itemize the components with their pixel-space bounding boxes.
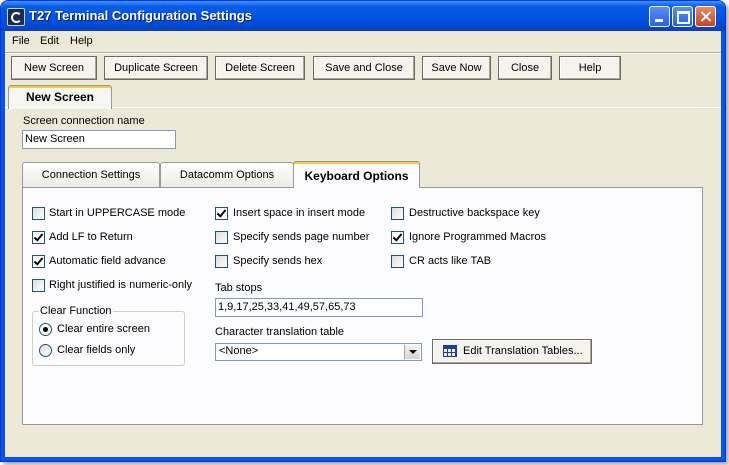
- edit-translation-tables-button[interactable]: Edit Translation Tables...: [432, 339, 592, 364]
- tab-connection-settings[interactable]: Connection Settings: [22, 162, 160, 187]
- translation-table-value: <None>: [219, 345, 259, 357]
- right-justified-label: Right justified is numeric-only: [49, 279, 193, 291]
- new-screen-button[interactable]: New Screen: [11, 56, 97, 80]
- translation-table-select[interactable]: <None>: [215, 343, 422, 361]
- menu-separator: [5, 52, 721, 54]
- specify-page-number-label: Specify sends page number: [233, 231, 370, 243]
- window-bottom-border: [1, 457, 725, 461]
- window-title: T27 Terminal Configuration Settings: [29, 8, 252, 23]
- tab-datacomm-options[interactable]: Datacomm Options: [160, 162, 294, 187]
- menu-bar: File Edit Help: [5, 32, 721, 52]
- clear-function-group: [32, 311, 185, 366]
- start-uppercase-checkbox[interactable]: [32, 207, 45, 220]
- clear-entire-screen-label: Clear entire screen: [57, 323, 150, 335]
- app-icon[interactable]: [7, 8, 25, 26]
- table-grid-icon: [443, 345, 457, 357]
- cr-acts-like-tab-label: CR acts like TAB: [409, 255, 492, 267]
- tab-stops-input[interactable]: 1,9,17,25,33,41,49,57,65,73: [215, 298, 423, 317]
- specify-hex-label: Specify sends hex: [233, 255, 323, 267]
- clear-fields-only-radio[interactable]: [39, 344, 52, 357]
- auto-field-advance-checkbox[interactable]: [32, 255, 45, 268]
- edit-translation-tables-label: Edit Translation Tables...: [463, 345, 583, 357]
- destructive-backspace-label: Destructive backspace key: [409, 207, 540, 219]
- menu-help[interactable]: Help: [70, 35, 93, 47]
- tab-keyboard-options[interactable]: Keyboard Options: [293, 161, 420, 188]
- specify-hex-checkbox[interactable]: [215, 255, 228, 268]
- maximize-button[interactable]: [672, 6, 693, 27]
- save-now-button[interactable]: Save Now: [422, 56, 491, 80]
- translation-table-label: Character translation table: [215, 326, 345, 338]
- destructive-backspace-checkbox[interactable]: [391, 207, 404, 220]
- ignore-macros-label: Ignore Programmed Macros: [409, 231, 546, 243]
- clear-entire-screen-radio[interactable]: [39, 323, 52, 336]
- auto-field-advance-label: Automatic field advance: [49, 255, 166, 267]
- connection-name-label: Screen connection name: [23, 115, 145, 127]
- add-lf-label: Add LF to Return: [49, 231, 133, 243]
- delete-screen-button[interactable]: Delete Screen: [215, 56, 305, 80]
- menu-edit[interactable]: Edit: [40, 35, 59, 47]
- duplicate-screen-button[interactable]: Duplicate Screen: [104, 56, 208, 80]
- close-window-button[interactable]: [695, 6, 716, 27]
- specify-page-number-checkbox[interactable]: [215, 231, 228, 244]
- ignore-macros-checkbox[interactable]: [391, 231, 404, 244]
- right-justified-checkbox[interactable]: [32, 279, 45, 292]
- menu-file[interactable]: File: [12, 35, 30, 47]
- main-window: T27 Terminal Configuration Settings File…: [0, 0, 726, 462]
- close-button[interactable]: Close: [498, 56, 552, 80]
- connection-name-input[interactable]: New Screen: [22, 130, 176, 149]
- add-lf-checkbox[interactable]: [32, 231, 45, 244]
- tab-stops-label: Tab stops: [215, 282, 263, 294]
- save-and-close-button[interactable]: Save and Close: [313, 56, 415, 80]
- tab-strip-line: [5, 107, 721, 108]
- insert-space-checkbox[interactable]: [215, 207, 228, 220]
- help-button[interactable]: Help: [559, 56, 621, 80]
- tab-new-screen[interactable]: New Screen: [8, 85, 112, 109]
- minimize-button[interactable]: [649, 6, 670, 27]
- start-uppercase-label: Start in UPPERCASE mode: [49, 207, 186, 219]
- clear-fields-only-label: Clear fields only: [57, 344, 136, 356]
- clear-function-title: Clear Function: [39, 305, 113, 317]
- chevron-down-icon[interactable]: [404, 345, 420, 359]
- cr-acts-like-tab-checkbox[interactable]: [391, 255, 404, 268]
- title-bar[interactable]: T27 Terminal Configuration Settings: [1, 1, 725, 31]
- insert-space-label: Insert space in insert mode: [233, 207, 366, 219]
